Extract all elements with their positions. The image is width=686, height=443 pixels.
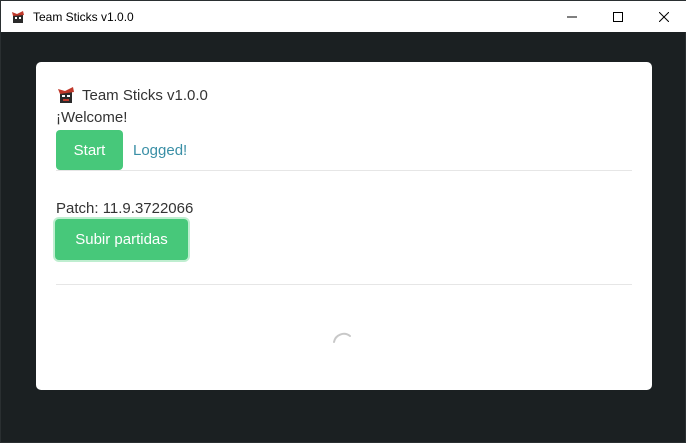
app-window: Team Sticks v1.0.0 Team Sticks v1.0.0 ¡W… bbox=[0, 0, 686, 443]
team-sticks-logo-icon bbox=[12, 10, 24, 23]
title-bar[interactable]: Team Sticks v1.0.0 bbox=[1, 1, 686, 32]
window-title: Team Sticks v1.0.0 bbox=[33, 9, 134, 24]
start-button[interactable]: Start bbox=[56, 130, 123, 170]
app-header: Team Sticks v1.0.0 bbox=[56, 85, 208, 105]
app-title: Team Sticks v1.0.0 bbox=[82, 86, 208, 104]
main-card: Team Sticks v1.0.0 ¡Welcome! Start Logge… bbox=[36, 62, 652, 390]
maximize-icon bbox=[613, 11, 623, 22]
window-controls bbox=[549, 1, 686, 32]
minimize-button[interactable] bbox=[549, 1, 595, 32]
maximize-button[interactable] bbox=[595, 1, 641, 32]
minimize-icon bbox=[567, 16, 577, 17]
logged-link[interactable]: Logged! bbox=[133, 142, 187, 159]
upload-matches-button[interactable]: Subir partidas bbox=[55, 219, 188, 260]
loading-spinner-icon bbox=[333, 332, 351, 343]
close-button[interactable] bbox=[641, 1, 686, 32]
divider bbox=[56, 170, 632, 171]
patch-version: Patch: 11.9.3722066 bbox=[56, 200, 194, 217]
divider bbox=[56, 284, 632, 285]
welcome-text: ¡Welcome! bbox=[56, 109, 128, 126]
close-icon bbox=[659, 11, 669, 22]
team-sticks-logo-icon bbox=[58, 87, 74, 103]
